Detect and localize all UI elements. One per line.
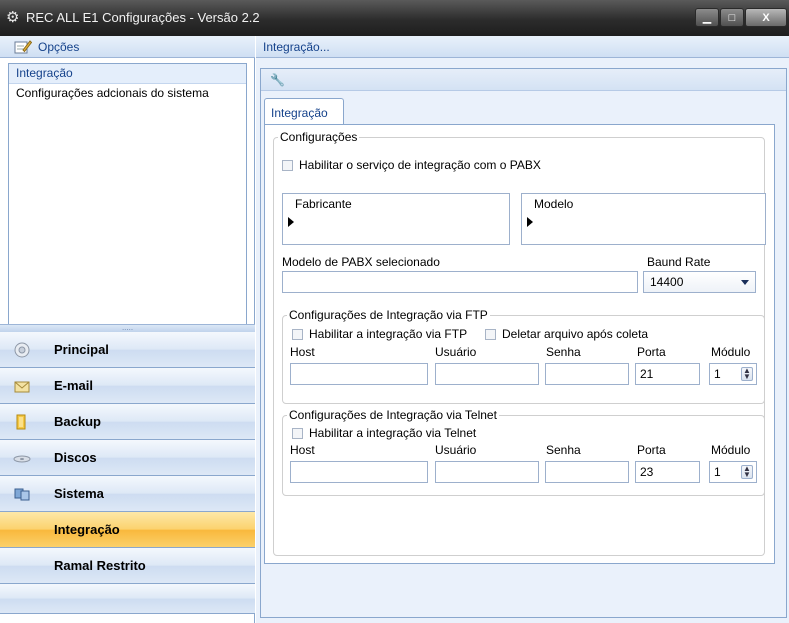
principal-icon	[14, 342, 30, 358]
enable-pabx-checkbox[interactable]	[282, 160, 293, 171]
nav-label-backup: Backup	[54, 414, 101, 429]
nav-label-integracao: Integração	[54, 522, 120, 537]
tab-page: Configurações Habilitar o serviço de int…	[264, 124, 775, 564]
delete-file-label: Deletar arquivo após coleta	[502, 327, 649, 341]
nav-overflow-bar	[0, 584, 255, 614]
close-button[interactable]: X	[745, 8, 787, 27]
title-bar: ⚙ REC ALL E1 Configurações - Versão 2.2 …	[0, 0, 789, 36]
telnet-legend: Configurações de Integração via Telnet	[289, 408, 497, 422]
nav-item-sistema[interactable]: Sistema	[0, 476, 255, 512]
telnet-senha-label: Senha	[546, 443, 581, 457]
ftp-legend: Configurações de Integração via FTP	[289, 308, 488, 322]
telnet-usuario-label: Usuário	[435, 443, 477, 457]
right-panel: Integração... 🔧 Integração Configurações…	[256, 36, 789, 623]
options-header-label: Opções	[38, 40, 80, 54]
panel-splitter[interactable]: .....	[0, 324, 255, 332]
nav-label-discos: Discos	[54, 450, 97, 465]
nav-item-discos[interactable]: Discos	[0, 440, 255, 476]
telnet-porta-label: Porta	[637, 443, 666, 457]
ftp-host-label: Host	[290, 345, 315, 359]
ftp-modulo-label: Módulo	[711, 345, 751, 359]
discos-icon	[13, 455, 31, 463]
ftp-usuario-label: Usuário	[435, 345, 477, 359]
modelo-selecionado-label: Modelo de PABX selecionado	[282, 255, 440, 269]
ftp-host-field[interactable]	[290, 363, 428, 385]
telnet-host-field[interactable]	[290, 461, 428, 483]
enable-pabx-label: Habilitar o serviço de integração com o …	[299, 158, 541, 172]
enable-telnet-checkbox[interactable]	[292, 428, 303, 439]
nav-label-ramal-restrito: Ramal Restrito	[54, 558, 146, 573]
nav-item-email[interactable]: E-mail	[0, 368, 255, 404]
nav-item-backup[interactable]: Backup	[0, 404, 255, 440]
content-header-label: Integração...	[263, 40, 330, 54]
spin-arrows-icon[interactable]: ▲ ▼	[741, 465, 753, 479]
row-pointer-icon	[527, 217, 533, 227]
enable-ftp-label: Habilitar a integração via FTP	[309, 327, 468, 341]
wrench-icon[interactable]: 🔧	[270, 73, 285, 87]
telnet-modulo-stepper[interactable]: 1 ▲ ▼	[709, 461, 757, 483]
option-configuracoes-adicionais[interactable]: Configurações adcionais do sistema	[9, 84, 246, 104]
nav-item-ramal-restrito[interactable]: Ramal Restrito	[0, 548, 255, 584]
tab-integracao[interactable]: Integração	[264, 98, 344, 124]
baud-rate-select[interactable]: 14400	[643, 271, 756, 293]
notepad-pencil-icon	[14, 40, 32, 54]
option-integracao[interactable]: Integração	[9, 64, 246, 84]
nav-label-sistema: Sistema	[54, 486, 104, 501]
backup-icon	[16, 414, 26, 430]
ftp-group: Configurações de Integração via FTP	[282, 308, 765, 404]
enable-ftp-checkbox[interactable]	[292, 329, 303, 340]
modelo-header: Modelo	[534, 197, 574, 211]
options-header: Opções	[0, 36, 255, 58]
baud-rate-label: Baund Rate	[647, 255, 711, 269]
nav-label-principal: Principal	[54, 342, 109, 357]
ftp-modulo-value: 1	[714, 367, 721, 381]
tab-integracao-label: Integração	[271, 106, 328, 120]
ftp-porta-field[interactable]: 21	[635, 363, 700, 385]
spin-arrows-icon[interactable]: ▲ ▼	[741, 367, 753, 381]
content-toolbar: 🔧	[261, 69, 786, 91]
gear-icon: ⚙	[6, 9, 20, 26]
telnet-modulo-label: Módulo	[711, 443, 751, 457]
maximize-button[interactable]: □	[720, 8, 744, 27]
telnet-senha-field[interactable]	[545, 461, 629, 483]
ftp-modulo-stepper[interactable]: 1 ▲ ▼	[709, 363, 757, 385]
sistema-icon	[14, 488, 30, 501]
row-pointer-icon	[288, 217, 294, 227]
email-icon	[14, 381, 30, 393]
ftp-senha-field[interactable]	[545, 363, 629, 385]
options-list: Integração Configurações adcionais do si…	[8, 63, 247, 343]
window-title: REC ALL E1 Configurações - Versão 2.2	[26, 10, 260, 25]
navigation-pane: Principal E-mail Backup Discos Sistema I…	[0, 332, 255, 614]
configuracoes-legend: Configurações	[280, 130, 358, 144]
minimize-button[interactable]: ▁	[695, 8, 719, 27]
modelo-selecionado-field[interactable]	[282, 271, 638, 293]
nav-item-integracao[interactable]: Integração	[0, 512, 255, 548]
telnet-porta-field[interactable]: 23	[635, 461, 700, 483]
ftp-porta-label: Porta	[637, 345, 666, 359]
baud-rate-value: 14400	[650, 275, 684, 289]
delete-file-checkbox[interactable]	[485, 329, 496, 340]
nav-item-principal[interactable]: Principal	[0, 332, 255, 368]
window-controls: ▁ □ X	[694, 8, 787, 28]
ftp-senha-label: Senha	[546, 345, 581, 359]
telnet-modulo-value: 1	[714, 465, 721, 479]
ftp-usuario-field[interactable]	[435, 363, 539, 385]
chevron-down-icon	[741, 280, 749, 285]
left-panel: Opções Integração Configurações adcionai…	[0, 36, 255, 623]
telnet-usuario-field[interactable]	[435, 461, 539, 483]
enable-telnet-label: Habilitar a integração via Telnet	[309, 426, 477, 440]
nav-label-email: E-mail	[54, 378, 94, 393]
fabricante-header: Fabricante	[295, 197, 352, 211]
fabricante-grid[interactable]: Fabricante	[282, 193, 510, 245]
modelo-grid[interactable]: Modelo	[521, 193, 766, 245]
content-header: Integração...	[256, 36, 789, 58]
telnet-host-label: Host	[290, 443, 315, 457]
